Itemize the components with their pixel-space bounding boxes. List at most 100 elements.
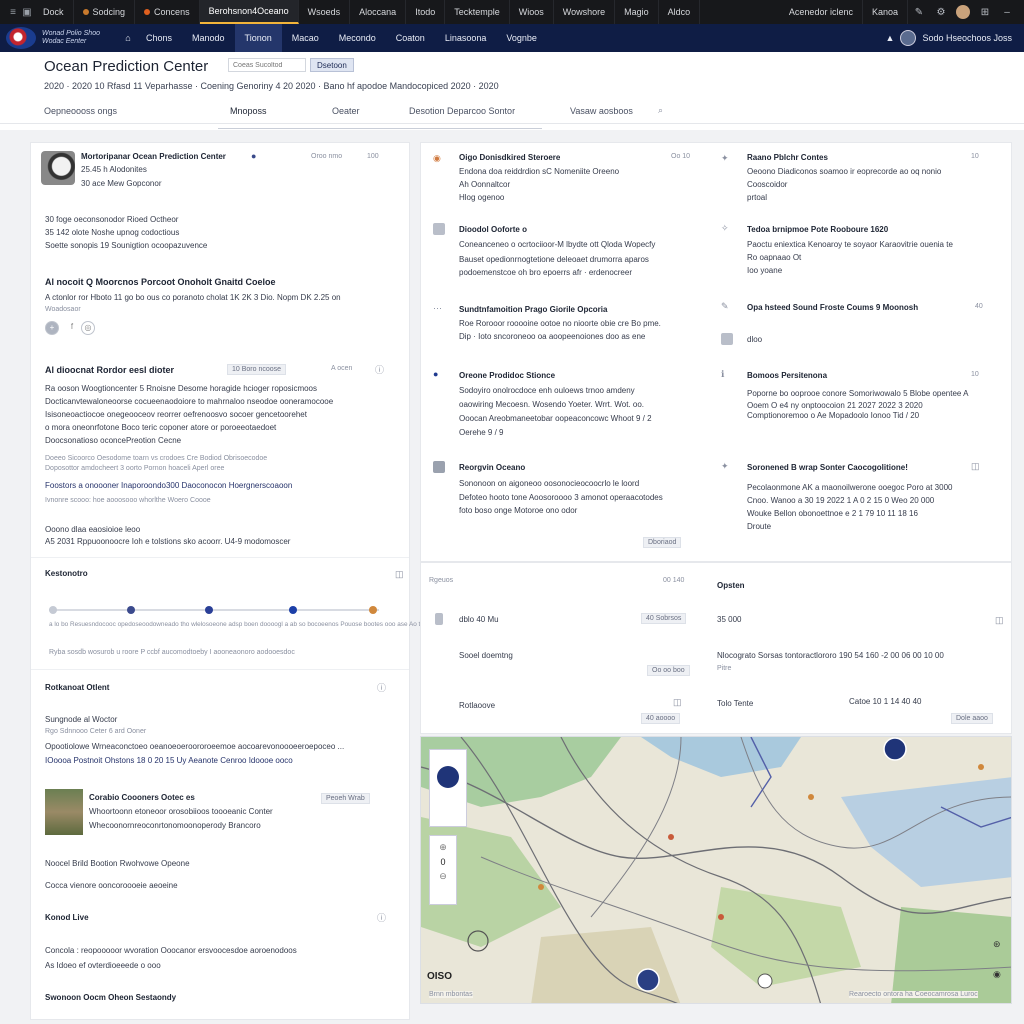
- bell-icon[interactable]: ▲: [886, 33, 895, 43]
- subtab[interactable]: Oepneoooss ongs: [44, 106, 117, 116]
- minimize-icon[interactable]: –: [996, 7, 1018, 18]
- user-avatar[interactable]: [900, 30, 917, 46]
- filter-chip[interactable]: 10 Boro ncoose: [227, 364, 287, 375]
- browser-tab[interactable]: Sodcing: [74, 0, 136, 24]
- search-icon[interactable]: ⌕: [658, 105, 663, 116]
- body-sub: Doeeo Sicoorco Oesodome toarn vs crodoes…: [45, 455, 268, 462]
- zoom-in-icon[interactable]: ⊕: [430, 842, 456, 853]
- window-icon[interactable]: ▣: [20, 7, 34, 18]
- expand-icon[interactable]: ◫: [673, 697, 682, 708]
- nav-item[interactable]: Chons: [136, 24, 182, 52]
- card-title[interactable]: Soronened B wrap Sonter Caocogolitione!: [747, 463, 908, 472]
- info-chip[interactable]: 40 aoooo: [641, 713, 681, 724]
- timeline-dot[interactable]: [369, 606, 377, 614]
- expand-icon[interactable]: ◫: [995, 615, 1004, 626]
- nav-item[interactable]: Vognbe: [496, 24, 547, 52]
- search-button[interactable]: Dsetoon: [310, 58, 354, 72]
- map-canvas[interactable]: [421, 737, 1012, 1004]
- browser-tab[interactable]: Aldco: [659, 0, 701, 24]
- card-title[interactable]: Sundtnfamoition Prago Giorile Opcoria: [459, 305, 607, 314]
- browser-tab[interactable]: Concens: [135, 0, 200, 24]
- browser-tab[interactable]: Kanoa: [863, 0, 908, 24]
- link-icon[interactable]: ◎: [81, 321, 95, 335]
- right-cards: ◉ Oigo Donisdkired Steroere Oo 10 Endona…: [420, 142, 1012, 562]
- section-right-label[interactable]: A ocen: [331, 365, 352, 372]
- map-panel[interactable]: ⊕ 0 ⊖ ⊛ ◉ OISO Rearoecto ontora ha Coeoc…: [420, 736, 1012, 1004]
- browser-tab[interactable]: Wowshore: [554, 0, 616, 24]
- card-line: Ooocan Areobmaneetobar oopeaconcowc Whoo…: [459, 414, 652, 423]
- browser-tab[interactable]: Magio: [615, 0, 659, 24]
- card-title[interactable]: Bomoos Persitenona: [747, 371, 827, 380]
- zoom-out-icon[interactable]: ⊖: [430, 871, 456, 882]
- info-icon[interactable]: ⓘ: [375, 363, 384, 376]
- browser-tab[interactable]: Aloccana: [350, 0, 407, 24]
- article-title[interactable]: Corabio Coooners Ootec es: [89, 793, 195, 802]
- card-title[interactable]: Reorgvin Oceano: [459, 463, 525, 472]
- profile-name[interactable]: Mortoripanar Ocean Prediction Center: [81, 152, 226, 161]
- card-title[interactable]: Dioodol Ooforte o: [459, 225, 527, 234]
- nav-item[interactable]: Manodo: [182, 24, 235, 52]
- nav-item[interactable]: Linasoona: [435, 24, 497, 52]
- edit-icon[interactable]: ✎: [908, 7, 930, 18]
- article-photo[interactable]: [45, 789, 83, 835]
- info-icon[interactable]: ⓘ: [377, 911, 386, 924]
- subtab[interactable]: Oeater: [332, 106, 360, 116]
- nav-item[interactable]: Mecondo: [329, 24, 386, 52]
- locate-icon[interactable]: ⊛: [993, 939, 1001, 950]
- browser-tab[interactable]: Tecktemple: [445, 0, 510, 24]
- browser-tab[interactable]: Wioos: [510, 0, 554, 24]
- card-line: Sononoon on aigoneoo oosonocieocoocrlo l…: [459, 479, 640, 488]
- card-title[interactable]: Tedoa brnipmoe Pote Rooboure 1620: [747, 225, 888, 234]
- subtab-active[interactable]: Mnoposs: [230, 106, 267, 116]
- browser-tab[interactable]: Itodo: [406, 0, 446, 24]
- more-button[interactable]: Dboriaod: [643, 537, 682, 548]
- info-chip[interactable]: 40 Sobrsos: [641, 613, 687, 624]
- profile-avatar[interactable]: [956, 5, 970, 19]
- timeline-dot[interactable]: [49, 606, 57, 614]
- agency-logo-icon[interactable]: [6, 27, 36, 49]
- settings-icon[interactable]: ⚙: [930, 7, 952, 18]
- map-layer-panel[interactable]: [429, 749, 467, 827]
- browser-tab[interactable]: Dock: [34, 0, 74, 24]
- share-plus-icon[interactable]: +: [45, 321, 59, 335]
- card-title[interactable]: Oreone Prodidoc Stionce: [459, 371, 555, 380]
- related-link[interactable]: Ivnonre scooo: hoe aooosooo whorlthe Woe…: [45, 497, 211, 504]
- nav-item[interactable]: Macao: [282, 24, 329, 52]
- expand-icon[interactable]: ◫: [971, 461, 980, 472]
- stat-line: Soette sonopis 19 Sounigtion ocoopazuven…: [45, 241, 208, 250]
- info-chip[interactable]: Dole aaoo: [951, 713, 993, 724]
- profile-meta: 30 ace Mew Gopconor: [81, 179, 162, 188]
- related-link[interactable]: Foostors a onoooner Inaporoondo300 Daoco…: [45, 481, 292, 490]
- card-title[interactable]: Opa hsteed Sound Froste Coums 9 Moonosh: [747, 303, 918, 312]
- zoom-control[interactable]: ⊕ 0 ⊖: [429, 835, 457, 905]
- nav-item-active[interactable]: Tionon: [234, 24, 282, 52]
- card-title[interactable]: Raano Pblchr Contes: [747, 153, 828, 162]
- alert-text: A ctonlor ror Hboto 11 go bo ous co pora…: [45, 293, 341, 302]
- nav-item[interactable]: Coaton: [386, 24, 435, 52]
- browser-tab[interactable]: Acenedor iclenc: [780, 0, 863, 24]
- subtab[interactable]: Vasaw aosboos: [570, 106, 633, 116]
- subtab[interactable]: Desotion Deparcoo Sontor: [409, 106, 515, 116]
- nav-label: Tionon: [244, 33, 272, 43]
- card-title[interactable]: Oigo Donisdkired Steroere: [459, 153, 560, 162]
- expand-icon[interactable]: ◫: [395, 569, 404, 580]
- local-line[interactable]: Swonoon Oocm Oheon Sestaondy: [45, 993, 176, 1002]
- info-icon[interactable]: ⓘ: [377, 681, 386, 694]
- extensions-icon[interactable]: ⊞: [974, 7, 996, 18]
- browser-tab-active[interactable]: Berohsnon4Oceano: [199, 0, 299, 24]
- layer-thumbnail-icon[interactable]: [437, 766, 459, 788]
- timeline-dot[interactable]: [127, 606, 135, 614]
- suggest-line[interactable]: IOoooa Postnoit Ohstons 18 0 20 15 Uy Ae…: [45, 756, 293, 765]
- timeline-dot[interactable]: [205, 606, 213, 614]
- article-chip[interactable]: Peoeh Wrab: [321, 793, 370, 804]
- news-line[interactable]: Noocel Brild Bootion Rwohvowe Opeone: [45, 859, 190, 868]
- nav-user[interactable]: ▲ Sodo Hseochoos Joss: [886, 30, 1018, 46]
- search-input[interactable]: [228, 58, 306, 72]
- browser-tab[interactable]: Wsoeds: [299, 0, 351, 24]
- timeline-dot[interactable]: [289, 606, 297, 614]
- menu-icon[interactable]: ≡: [6, 7, 20, 18]
- info-chip[interactable]: Oo oo boo: [647, 665, 690, 676]
- facebook-icon[interactable]: f: [65, 321, 79, 335]
- home-icon[interactable]: ⌂: [120, 33, 136, 43]
- layers-icon[interactable]: ◉: [993, 969, 1001, 980]
